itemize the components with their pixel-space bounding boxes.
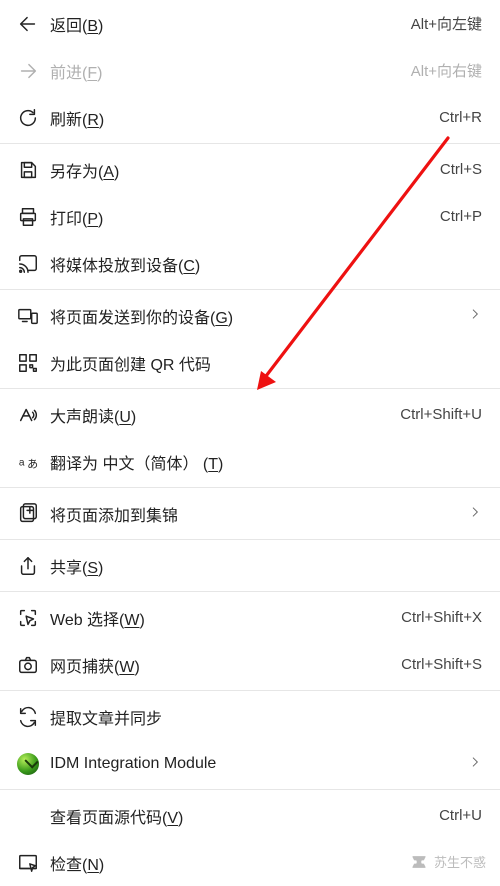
menu-item-share[interactable]: 共享(S) bbox=[0, 542, 500, 589]
separator bbox=[0, 690, 500, 691]
chevron-right-icon bbox=[468, 307, 482, 325]
refresh-icon bbox=[16, 106, 40, 130]
menu-item-refresh[interactable]: 刷新(R)Ctrl+R bbox=[0, 94, 500, 141]
menu-item-web-select[interactable]: Web 选择(W)Ctrl+Shift+X bbox=[0, 594, 500, 641]
shortcut: Ctrl+Shift+U bbox=[400, 406, 482, 423]
print-icon bbox=[16, 205, 40, 229]
svg-text:a: a bbox=[19, 457, 25, 468]
separator bbox=[0, 539, 500, 540]
arrow-right-icon bbox=[16, 59, 40, 83]
menu-item-sync-article[interactable]: 提取文章并同步 bbox=[0, 693, 500, 740]
menu-item-back[interactable]: 返回(B)Alt+向左键 bbox=[0, 0, 500, 47]
chevron-right-icon bbox=[468, 755, 482, 773]
shortcut: Ctrl+Shift+X bbox=[401, 609, 482, 626]
menu-item-qr-code[interactable]: 为此页面创建 QR 代码 bbox=[0, 339, 500, 386]
shortcut: Ctrl+S bbox=[440, 161, 482, 178]
blank-icon bbox=[16, 804, 40, 828]
save-icon bbox=[16, 158, 40, 182]
menu-item-collections[interactable]: 将页面添加到集锦 bbox=[0, 490, 500, 537]
menu-item-label: 为此页面创建 QR 代码 bbox=[50, 351, 482, 375]
shortcut: Alt+向右键 bbox=[411, 60, 482, 81]
menu-item-label: 大声朗读(U) bbox=[50, 403, 400, 427]
menu-item-save-as[interactable]: 另存为(A)Ctrl+S bbox=[0, 146, 500, 193]
menu-item-label: 共享(S) bbox=[50, 554, 482, 578]
menu-item-label: 将页面发送到你的设备(G) bbox=[50, 304, 462, 328]
idm-icon bbox=[16, 752, 40, 776]
svg-text:あ: あ bbox=[27, 457, 38, 470]
separator bbox=[0, 789, 500, 790]
menu-item-label: 打印(P) bbox=[50, 205, 440, 229]
shortcut: Alt+向左键 bbox=[411, 13, 482, 34]
menu-item-view-source[interactable]: 查看页面源代码(V)Ctrl+U bbox=[0, 792, 500, 839]
shortcut: Ctrl+Shift+S bbox=[401, 656, 482, 673]
menu-item-label: 网页捕获(W) bbox=[50, 653, 401, 677]
menu-item-cast[interactable]: 将媒体投放到设备(C) bbox=[0, 240, 500, 287]
qr-icon bbox=[16, 351, 40, 375]
arrow-left-icon bbox=[16, 12, 40, 36]
inspect-icon bbox=[16, 851, 40, 875]
shortcut: Ctrl+P bbox=[440, 208, 482, 225]
web-select-icon bbox=[16, 606, 40, 630]
menu-item-translate[interactable]: aあ翻译为 中文（简体） (T) bbox=[0, 438, 500, 485]
menu-item-print[interactable]: 打印(P)Ctrl+P bbox=[0, 193, 500, 240]
menu-item-label: 刷新(R) bbox=[50, 106, 439, 130]
cast-icon bbox=[16, 252, 40, 276]
separator bbox=[0, 487, 500, 488]
menu-item-label: 提取文章并同步 bbox=[50, 705, 482, 729]
separator bbox=[0, 591, 500, 592]
watermark: 苏生不惑 bbox=[410, 852, 486, 871]
menu-item-idm[interactable]: IDM Integration Module bbox=[0, 740, 500, 787]
menu-item-label: 查看页面源代码(V) bbox=[50, 804, 439, 828]
collections-icon bbox=[16, 502, 40, 526]
sync-icon bbox=[16, 705, 40, 729]
menu-item-label: 返回(B) bbox=[50, 12, 411, 36]
menu-item-web-capture[interactable]: 网页捕获(W)Ctrl+Shift+S bbox=[0, 641, 500, 688]
read-aloud-icon bbox=[16, 403, 40, 427]
capture-icon bbox=[16, 653, 40, 677]
separator bbox=[0, 143, 500, 144]
separator bbox=[0, 388, 500, 389]
menu-item-label: IDM Integration Module bbox=[50, 755, 462, 773]
separator bbox=[0, 289, 500, 290]
shortcut: Ctrl+R bbox=[439, 109, 482, 126]
menu-item-label: 另存为(A) bbox=[50, 158, 440, 182]
menu-item-label: 将媒体投放到设备(C) bbox=[50, 252, 482, 276]
translate-icon: aあ bbox=[16, 450, 40, 474]
menu-item-read-aloud[interactable]: 大声朗读(U)Ctrl+Shift+U bbox=[0, 391, 500, 438]
context-menu: 返回(B)Alt+向左键前进(F)Alt+向右键刷新(R)Ctrl+R另存为(A… bbox=[0, 0, 500, 886]
menu-item-send-device[interactable]: 将页面发送到你的设备(G) bbox=[0, 292, 500, 339]
menu-item-forward: 前进(F)Alt+向右键 bbox=[0, 47, 500, 94]
chevron-right-icon bbox=[468, 505, 482, 523]
devices-icon bbox=[16, 304, 40, 328]
share-icon bbox=[16, 554, 40, 578]
menu-item-label: Web 选择(W) bbox=[50, 606, 401, 630]
menu-item-label: 前进(F) bbox=[50, 59, 411, 83]
shortcut: Ctrl+U bbox=[439, 807, 482, 824]
menu-item-label: 将页面添加到集锦 bbox=[50, 502, 462, 526]
menu-item-label: 翻译为 中文（简体） (T) bbox=[50, 450, 482, 474]
